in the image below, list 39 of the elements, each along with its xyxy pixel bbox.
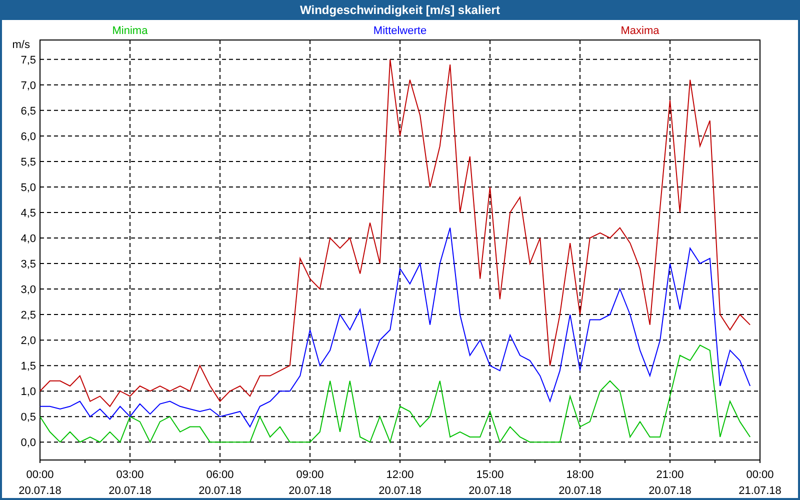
- y-tick-label: 0,0: [20, 437, 36, 450]
- legend-label: Mittelwerte: [373, 25, 427, 37]
- y-tick-label: 5,5: [20, 156, 36, 168]
- y-tick-label: 3,0: [20, 284, 36, 296]
- y-tick-label: 2,0: [20, 335, 36, 348]
- x-tick-date: 20.07.18: [18, 485, 62, 497]
- x-tick-label: 18:00: [566, 469, 594, 481]
- window-title: Windgeschwindigkeit [m/s] skaliert: [299, 2, 501, 19]
- legend-label: Minima: [112, 25, 148, 37]
- x-tick-label: 06:00: [206, 469, 234, 481]
- y-tick-label: 6,5: [20, 105, 36, 118]
- x-tick-label: 00:00: [26, 469, 54, 481]
- x-tick-date: 20.07.18: [378, 485, 422, 497]
- y-tick-label: 1,0: [20, 386, 36, 398]
- x-tick-label: 15:00: [476, 469, 504, 481]
- x-tick-date: 20.07.18: [648, 485, 692, 497]
- y-tick-label: 4,0: [20, 233, 36, 245]
- x-tick-date: 20.07.18: [558, 485, 602, 497]
- y-tick-label: 1,5: [20, 360, 36, 373]
- x-tick-date: 20.07.18: [108, 485, 152, 497]
- y-tick-label: 2,5: [20, 310, 36, 322]
- x-tick-label: 09:00: [296, 469, 324, 481]
- y-tick-label: 4,5: [20, 208, 36, 220]
- x-tick-label: 21:00: [656, 469, 684, 481]
- x-tick-label: 03:00: [116, 469, 144, 481]
- y-tick-label: 3,5: [20, 258, 36, 271]
- y-tick-label: 5,0: [20, 182, 36, 194]
- y-tick-label: 6,0: [20, 130, 36, 143]
- x-tick-label: 12:00: [386, 469, 414, 481]
- y-tick-label: 0,5: [20, 412, 36, 424]
- x-tick-label: 00:00: [746, 469, 774, 481]
- x-tick-date: 20.07.18: [198, 485, 242, 497]
- x-tick-date: 20.07.18: [468, 485, 512, 497]
- y-tick-label: 7,5: [20, 54, 36, 66]
- legend-label: Maxima: [620, 25, 660, 37]
- y-tick-label: 7,0: [20, 80, 36, 92]
- axis-unit-label: m/s: [12, 39, 30, 51]
- x-tick-date: 20.07.18: [288, 485, 332, 497]
- x-tick-date: 21.07.18: [738, 485, 782, 497]
